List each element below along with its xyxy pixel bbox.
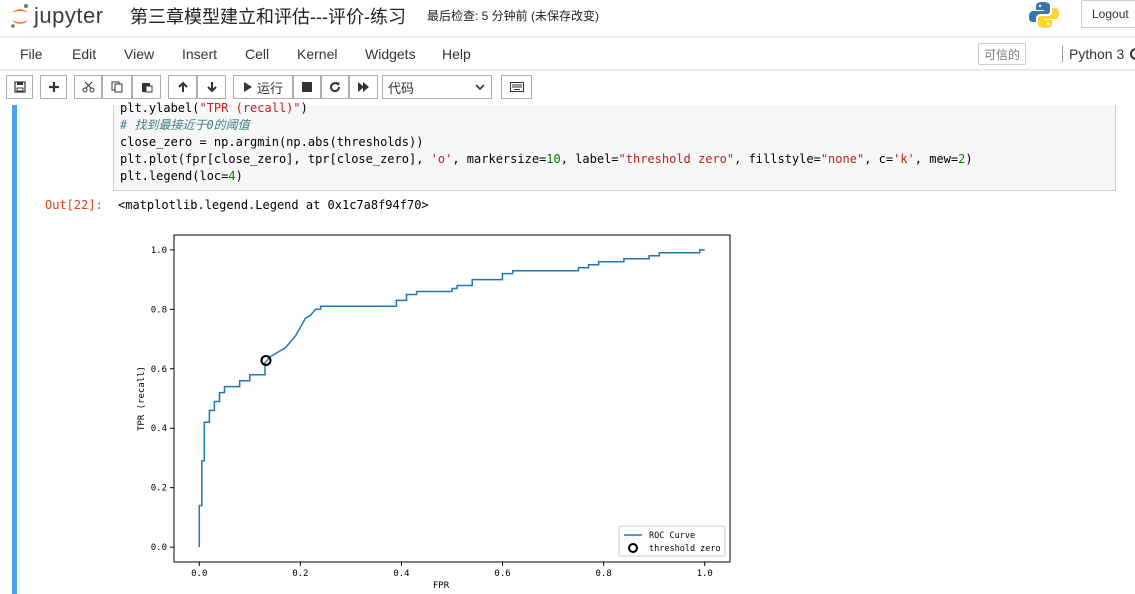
- x-tick-label: 0.0: [191, 569, 207, 579]
- move-down-button[interactable]: [197, 75, 226, 99]
- logout-button[interactable]: Logout: [1081, 0, 1135, 28]
- code-line-2: # 找到最接近于0的阈值: [120, 118, 250, 132]
- menu-insert[interactable]: Insert: [182, 46, 217, 62]
- run-label: 运行: [256, 80, 283, 96]
- output-prompt: Out[22]:: [45, 198, 103, 212]
- menu-edit[interactable]: Edit: [72, 46, 96, 62]
- code-editor[interactable]: plt.ylabel("TPR (recall)") # 找到最接近于0的阈值 …: [113, 101, 1116, 191]
- y-tick-label: 0.8: [151, 305, 167, 315]
- x-tick-label: 1.0: [697, 569, 713, 579]
- trusted-indicator[interactable]: 可信的: [978, 43, 1026, 65]
- jupyter-logo[interactable]: jupyter: [10, 2, 104, 30]
- y-axis-label: TPR (recall): [137, 366, 147, 431]
- code-line-4: plt.plot(fpr[close_zero], tpr[close_zero…: [120, 152, 973, 166]
- y-tick-label: 1.0: [151, 246, 167, 256]
- paste-button[interactable]: [132, 75, 161, 99]
- x-tick-label: 0.4: [393, 569, 409, 579]
- legend-threshold-label: threshold zero: [649, 544, 721, 554]
- arrow-down-icon: [206, 82, 217, 93]
- plot-area: [173, 234, 731, 563]
- python-logo-icon: [1029, 2, 1059, 28]
- y-tick-label: 0.2: [151, 484, 167, 494]
- cut-button[interactable]: [74, 75, 102, 99]
- stop-icon: [302, 82, 312, 92]
- menu-kernel[interactable]: Kernel: [297, 46, 337, 62]
- notebook-title[interactable]: 第三章模型建立和评估---评价-练习: [130, 3, 406, 29]
- interrupt-button[interactable]: [293, 75, 321, 99]
- menu-help[interactable]: Help: [442, 46, 471, 62]
- save-icon: [13, 81, 26, 93]
- kernel-name: Python 3: [1062, 46, 1124, 62]
- x-tick-label: 0.8: [596, 569, 612, 579]
- code-line-5: plt.legend(loc=4): [120, 169, 243, 183]
- x-tick-label: 0.6: [494, 569, 510, 579]
- plus-icon: [48, 82, 59, 92]
- output-text: <matplotlib.legend.Legend at 0x1c7a8f94f…: [118, 198, 429, 212]
- keyboard-icon: [509, 82, 524, 92]
- scissors-icon: [82, 81, 94, 93]
- jupyter-brand: jupyter: [34, 3, 104, 28]
- y-tick-label: 0.0: [151, 543, 167, 553]
- copy-button[interactable]: [102, 75, 132, 99]
- menu-view[interactable]: View: [124, 46, 154, 62]
- y-tick-label: 0.4: [151, 424, 167, 434]
- code-line-3: close_zero = np.argmin(np.abs(thresholds…: [120, 135, 424, 149]
- move-up-button[interactable]: [168, 75, 197, 99]
- roc-chart: 0.0 0.2 0.4 0.6 0.8 1.0 0.0 0.2 0.4 0.6 0.8 1.0 FPR T…: [137, 234, 731, 590]
- insert-cell-button[interactable]: [40, 75, 67, 99]
- command-palette-button[interactable]: [501, 75, 532, 99]
- notebook-container: plt.ylabel("TPR (recall)") # 找到最接近于0的阈值 …: [0, 101, 1135, 594]
- y-tick-label: 0.6: [151, 365, 167, 375]
- chevron-down-icon: [475, 84, 485, 91]
- fast-forward-icon: [358, 82, 369, 92]
- run-button[interactable]: 运行: [233, 75, 293, 99]
- jupyter-logo-icon: [11, 4, 28, 28]
- legend-roc-label: ROC Curve: [649, 531, 695, 541]
- menu-widgets[interactable]: Widgets: [365, 46, 416, 62]
- restart-icon: [330, 82, 341, 93]
- kernel-status-icon: [1130, 48, 1135, 60]
- cell-type-select[interactable]: 代码: [382, 75, 492, 99]
- restart-run-all-button[interactable]: [349, 75, 378, 99]
- play-icon: [243, 82, 252, 92]
- arrow-up-icon: [177, 81, 188, 92]
- menu-cell[interactable]: Cell: [245, 46, 269, 62]
- menu-file[interactable]: File: [20, 46, 43, 62]
- cell-type-value: 代码: [388, 80, 415, 96]
- paste-icon: [141, 83, 152, 93]
- code-line-1: plt.ylabel("TPR (recall)"): [120, 101, 308, 115]
- checkpoint-status: 最后检查: 5 分钟前 (未保存改变): [427, 9, 600, 23]
- x-tick-label: 0.2: [292, 569, 308, 579]
- save-button[interactable]: [6, 75, 33, 99]
- x-axis-label: FPR: [433, 581, 450, 590]
- menubar: File Edit View Insert Cell Kernel Widget…: [0, 38, 1135, 70]
- app-header: jupyter 第三章模型建立和评估---评价-练习 最后检查: 5 分钟前 (…: [0, 0, 1135, 36]
- restart-button[interactable]: [321, 75, 349, 99]
- code-cell[interactable]: plt.ylabel("TPR (recall)") # 找到最接近于0的阈值 …: [12, 101, 1132, 594]
- copy-icon: [111, 81, 123, 93]
